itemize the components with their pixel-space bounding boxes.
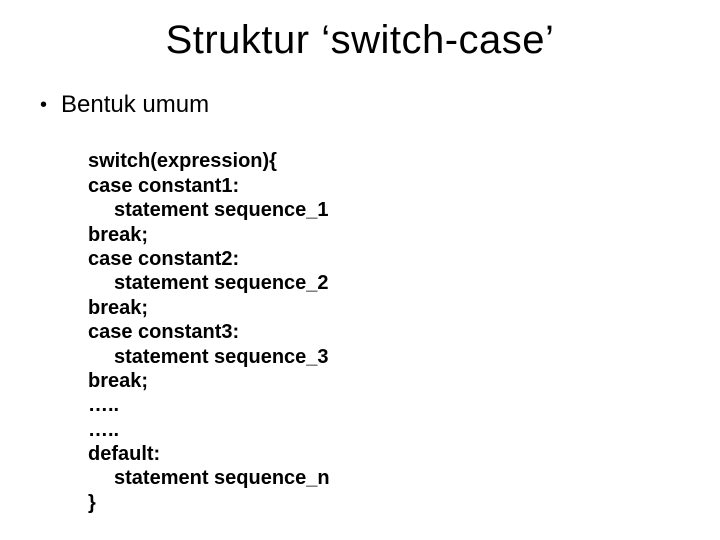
code-line: case constant2: (88, 248, 239, 270)
bullet-item: • Bentuk umum (40, 91, 670, 119)
code-line: default: (88, 443, 160, 465)
code-line: } (88, 492, 96, 514)
code-line: statement sequence_n (88, 467, 330, 489)
code-line: case constant1: (88, 175, 239, 197)
bullet-marker: • (40, 91, 47, 119)
slide: Struktur ‘switch-case’ • Bentuk umum swi… (0, 0, 720, 540)
code-line: statement sequence_1 (88, 199, 329, 221)
code-line: statement sequence_2 (88, 272, 329, 294)
code-line: break; (88, 370, 148, 392)
bullet-text: Bentuk umum (61, 91, 209, 119)
page-title: Struktur ‘switch-case’ (50, 18, 670, 63)
code-line: case constant3: (88, 321, 239, 343)
code-line: statement sequence_3 (88, 346, 329, 368)
code-line: break; (88, 297, 148, 319)
code-line: ….. (88, 419, 119, 441)
code-line: break; (88, 224, 148, 246)
code-block: switch(expression){ case constant1: stat… (88, 125, 670, 540)
code-line: ….. (88, 394, 119, 416)
code-line: switch(expression){ (88, 150, 277, 172)
